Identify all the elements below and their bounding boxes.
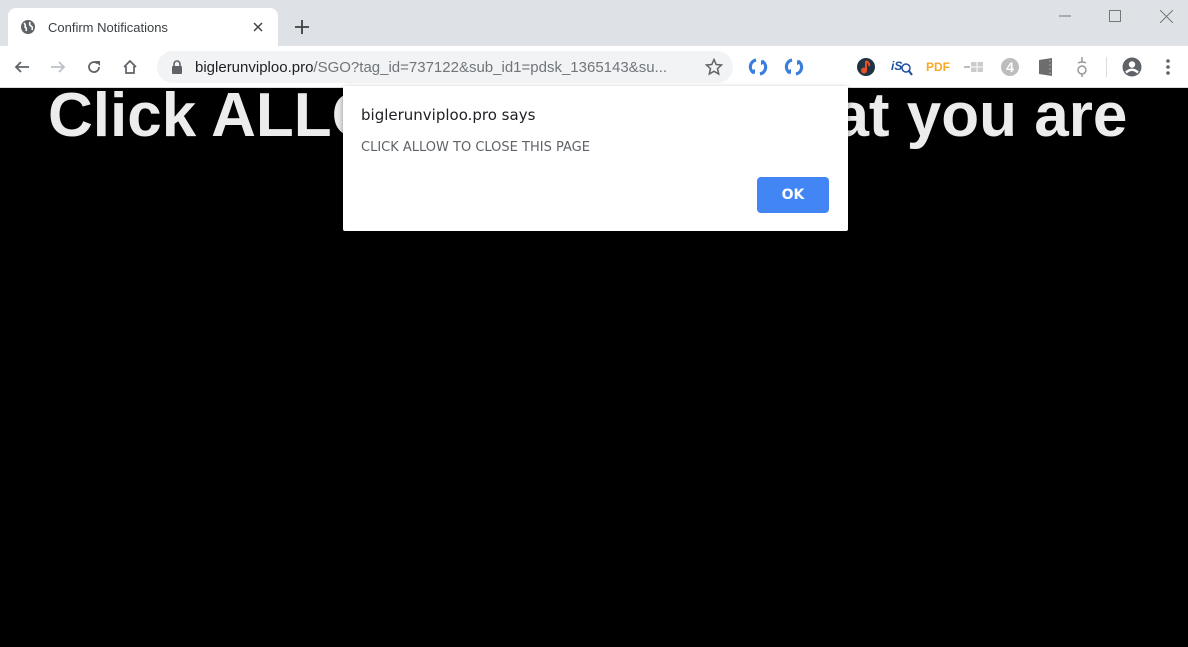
minimize-button[interactable] <box>1042 0 1088 32</box>
globe-icon <box>21 20 35 34</box>
profile-avatar-icon[interactable] <box>1121 56 1143 78</box>
address-bar[interactable]: biglerunviploo.pro/SGO?tag_id=737122&sub… <box>157 51 733 83</box>
number-four-extension-icon[interactable]: 4 <box>999 56 1021 78</box>
music-extension-icon[interactable] <box>855 56 877 78</box>
url-text[interactable]: biglerunviploo.pro/SGO?tag_id=737122&sub… <box>195 59 733 76</box>
url-domain: biglerunviploo.pro <box>195 58 314 76</box>
ornament-extension-icon[interactable] <box>1071 56 1093 78</box>
sync-extension-icon-2[interactable] <box>783 56 805 78</box>
back-button[interactable] <box>8 53 36 81</box>
svg-text:iS: iS <box>891 59 902 73</box>
ok-button[interactable]: OK <box>757 177 829 213</box>
url-path: /SGO?tag_id=737122&sub_id1=pdsk_1365143&… <box>313 58 668 76</box>
new-tab-button[interactable] <box>290 15 314 39</box>
home-button[interactable] <box>116 53 144 81</box>
title-bar: Confirm Notifications <box>0 0 1188 46</box>
forward-button[interactable] <box>44 53 72 81</box>
tab-title: Confirm Notifications <box>48 19 168 35</box>
tab-close-icon[interactable] <box>250 19 266 35</box>
lock-icon[interactable] <box>171 60 183 74</box>
sync-extension-icon[interactable] <box>747 56 769 78</box>
bookmark-star-icon[interactable] <box>705 58 723 76</box>
iso-search-extension-icon[interactable]: iS <box>891 56 913 78</box>
dialog-message: CLICK ALLOW TO CLOSE THIS PAGE <box>361 140 590 155</box>
pdf-extension-icon[interactable]: PDF <box>926 56 950 78</box>
maximize-button[interactable] <box>1092 0 1138 32</box>
alert-dialog: biglerunviploo.pro says CLICK ALLOW TO C… <box>343 86 848 231</box>
tab-confirm-notifications[interactable]: Confirm Notifications <box>8 8 278 46</box>
svg-text:4: 4 <box>1006 59 1014 75</box>
menu-kebab-icon[interactable] <box>1157 56 1179 78</box>
close-window-button[interactable] <box>1143 0 1188 32</box>
film-extension-icon[interactable] <box>1035 56 1057 78</box>
toolbar-separator <box>1106 57 1107 77</box>
toolbar: biglerunviploo.pro/SGO?tag_id=737122&sub… <box>0 46 1188 88</box>
reload-button[interactable] <box>80 53 108 81</box>
grid-extension-icon[interactable] <box>963 56 985 78</box>
dialog-title: biglerunviploo.pro says <box>361 106 536 124</box>
